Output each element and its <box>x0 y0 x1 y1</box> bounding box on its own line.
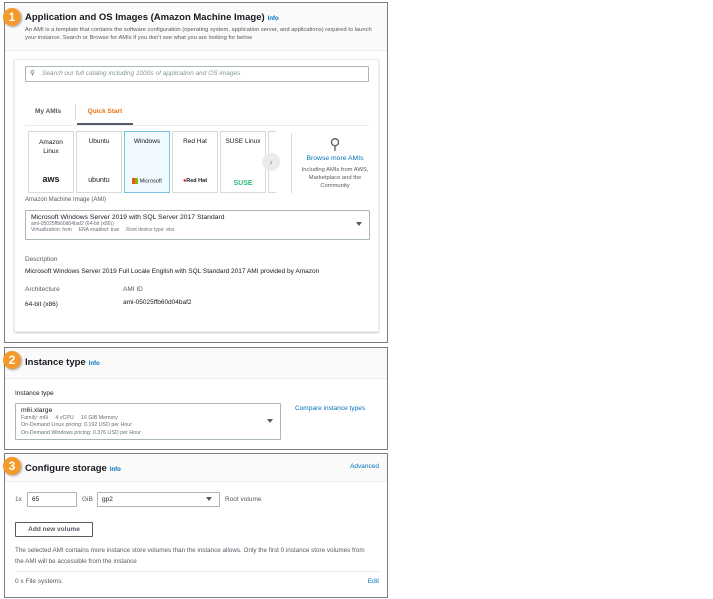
instance-type-section: 2 Instance type Info Instance type m6i.xl… <box>3 347 388 450</box>
ami-id-label: AMI ID <box>123 286 143 293</box>
browse-sub: Including AMIs from AWS, Marketplace and… <box>301 167 369 189</box>
section-description: An AMI is a template that contains the s… <box>25 27 372 41</box>
windows-pricing: On-Demand Windows pricing: 0.376 USD per… <box>21 429 141 436</box>
linux-pricing: On-Demand Linux pricing: 0.192 USD per H… <box>21 422 132 428</box>
tile-amazon-linux[interactable]: Amazon Linux aws <box>28 131 74 193</box>
info-link[interactable]: Info <box>268 16 279 22</box>
browse-more-amis[interactable]: ⚲ Browse more AMIs Including AMIs from A… <box>295 135 375 190</box>
root-volume-label: Root volume <box>225 496 262 503</box>
tile-red-hat[interactable]: Red Hat ●Red Hat <box>172 131 218 193</box>
architecture-label: Architecture <box>25 286 60 293</box>
tabs-divider <box>25 125 369 126</box>
tab-separator <box>75 104 76 120</box>
selected-name: Microsoft Windows Server 2019 with SQL S… <box>31 214 225 221</box>
step-badge: 3 <box>3 457 21 475</box>
title-text: Configure storage <box>25 463 107 474</box>
ami-card: ⚲ Search our full catalog including 1000… <box>14 59 379 332</box>
info-link[interactable]: Info <box>89 361 100 367</box>
ami-select[interactable]: Microsoft Windows Server 2019 with SQL S… <box>25 210 370 240</box>
advanced-link[interactable]: Advanced <box>350 463 379 470</box>
edit-link[interactable]: Edit <box>368 578 379 585</box>
instance-type-select[interactable]: m6i.xlarge Family: m6i 4 vCPU 16 GiB Mem… <box>15 403 281 440</box>
aws-logo: aws <box>42 174 60 184</box>
volume-unit: GiB <box>82 496 93 503</box>
logo-text: Microsoft <box>139 178 162 184</box>
instance-value: m6i.xlarge <box>21 407 53 414</box>
volume-count: 1x <box>15 496 22 503</box>
tab-my-amis[interactable]: My AMIs <box>35 108 61 115</box>
tile-name: Amazon Linux <box>39 139 63 155</box>
ami-id-value: ami-05025ffb60d04baf2 <box>123 299 192 306</box>
microsoft-logo: Microsoft <box>125 177 169 184</box>
caret-down-icon <box>206 496 212 501</box>
caret-down-icon <box>356 222 362 226</box>
add-new-volume-button[interactable]: Add new volume <box>15 522 93 537</box>
storage-section: 3 Configure storage Info Advanced 1x 65 G… <box>3 453 388 598</box>
section-title: Application and OS Images (Amazon Machin… <box>25 12 279 23</box>
volume-type-select[interactable]: gp2 <box>97 492 220 507</box>
file-systems-label: 0 x File systems <box>15 578 62 585</box>
search-icon: ⚲ <box>329 136 341 153</box>
selected-meta: Virtualization: hvm ENA enabled: true Ro… <box>31 227 175 233</box>
step-badge: 2 <box>3 351 21 369</box>
step-badge: 1 <box>3 8 21 26</box>
caret-down-icon <box>267 418 273 423</box>
architecture-value: 64-bit (x86) <box>25 301 58 308</box>
search-placeholder: Search our full catalog including 1000s … <box>42 70 241 77</box>
next-tiles-button[interactable]: › <box>262 153 280 171</box>
tile-suse[interactable]: SUSE Linux SUSE <box>220 131 266 193</box>
tile-windows[interactable]: Windows Microsoft <box>124 131 170 193</box>
compare-instance-types-link[interactable]: Compare instance types <box>295 405 365 412</box>
section-title: Instance type Info <box>25 357 100 368</box>
ami-select-label: Amazon Machine Image (AMI) <box>25 197 107 203</box>
volume-size-input[interactable]: 65 <box>27 492 77 507</box>
tile-name: Windows <box>133 138 161 145</box>
info-link[interactable]: Info <box>110 467 121 473</box>
ami-section: 1 Application and OS Images (Amazon Mach… <box>3 2 388 343</box>
title-text: Instance type <box>25 357 86 368</box>
tile-name: Ubuntu <box>88 138 110 145</box>
search-input[interactable]: ⚲ Search our full catalog including 1000… <box>25 66 369 82</box>
windows-icon <box>132 177 139 184</box>
tile-name: SUSE Linux <box>225 138 261 145</box>
divider <box>15 571 380 572</box>
suse-logo: SUSE <box>233 180 253 187</box>
section-title: Configure storage Info <box>25 463 121 474</box>
tile-name: Red Hat <box>183 138 207 145</box>
instance-header: 2 Instance type Info <box>3 348 387 379</box>
redhat-logo: ●Red Hat <box>173 178 217 184</box>
search-icon: ⚲ <box>30 70 35 77</box>
tab-label: Quick Start <box>87 108 123 115</box>
ubuntu-logo: ubuntu <box>88 177 110 184</box>
description-value: Microsoft Windows Server 2019 Full Local… <box>25 268 320 275</box>
storage-header: 3 Configure storage Info Advanced <box>3 454 387 482</box>
description-label: Description <box>25 256 58 263</box>
tab-quick-start[interactable]: Quick Start <box>77 105 133 125</box>
browse-link[interactable]: Browse more AMIs <box>295 155 375 162</box>
instance-store-note: The selected AMI contains more instance … <box>15 547 365 565</box>
volume-type-value: gp2 <box>102 496 113 503</box>
logo-text: Red Hat <box>186 178 208 184</box>
browse-divider <box>291 133 292 193</box>
title-text: Application and OS Images (Amazon Machin… <box>25 12 265 23</box>
tile-ubuntu[interactable]: Ubuntu ubuntu <box>76 131 122 193</box>
instance-family: Family: m6i 4 vCPU 16 GiB Memory <box>21 414 118 421</box>
instance-type-label: Instance type <box>15 390 54 397</box>
ami-header: 1 Application and OS Images (Amazon Mach… <box>3 3 387 51</box>
